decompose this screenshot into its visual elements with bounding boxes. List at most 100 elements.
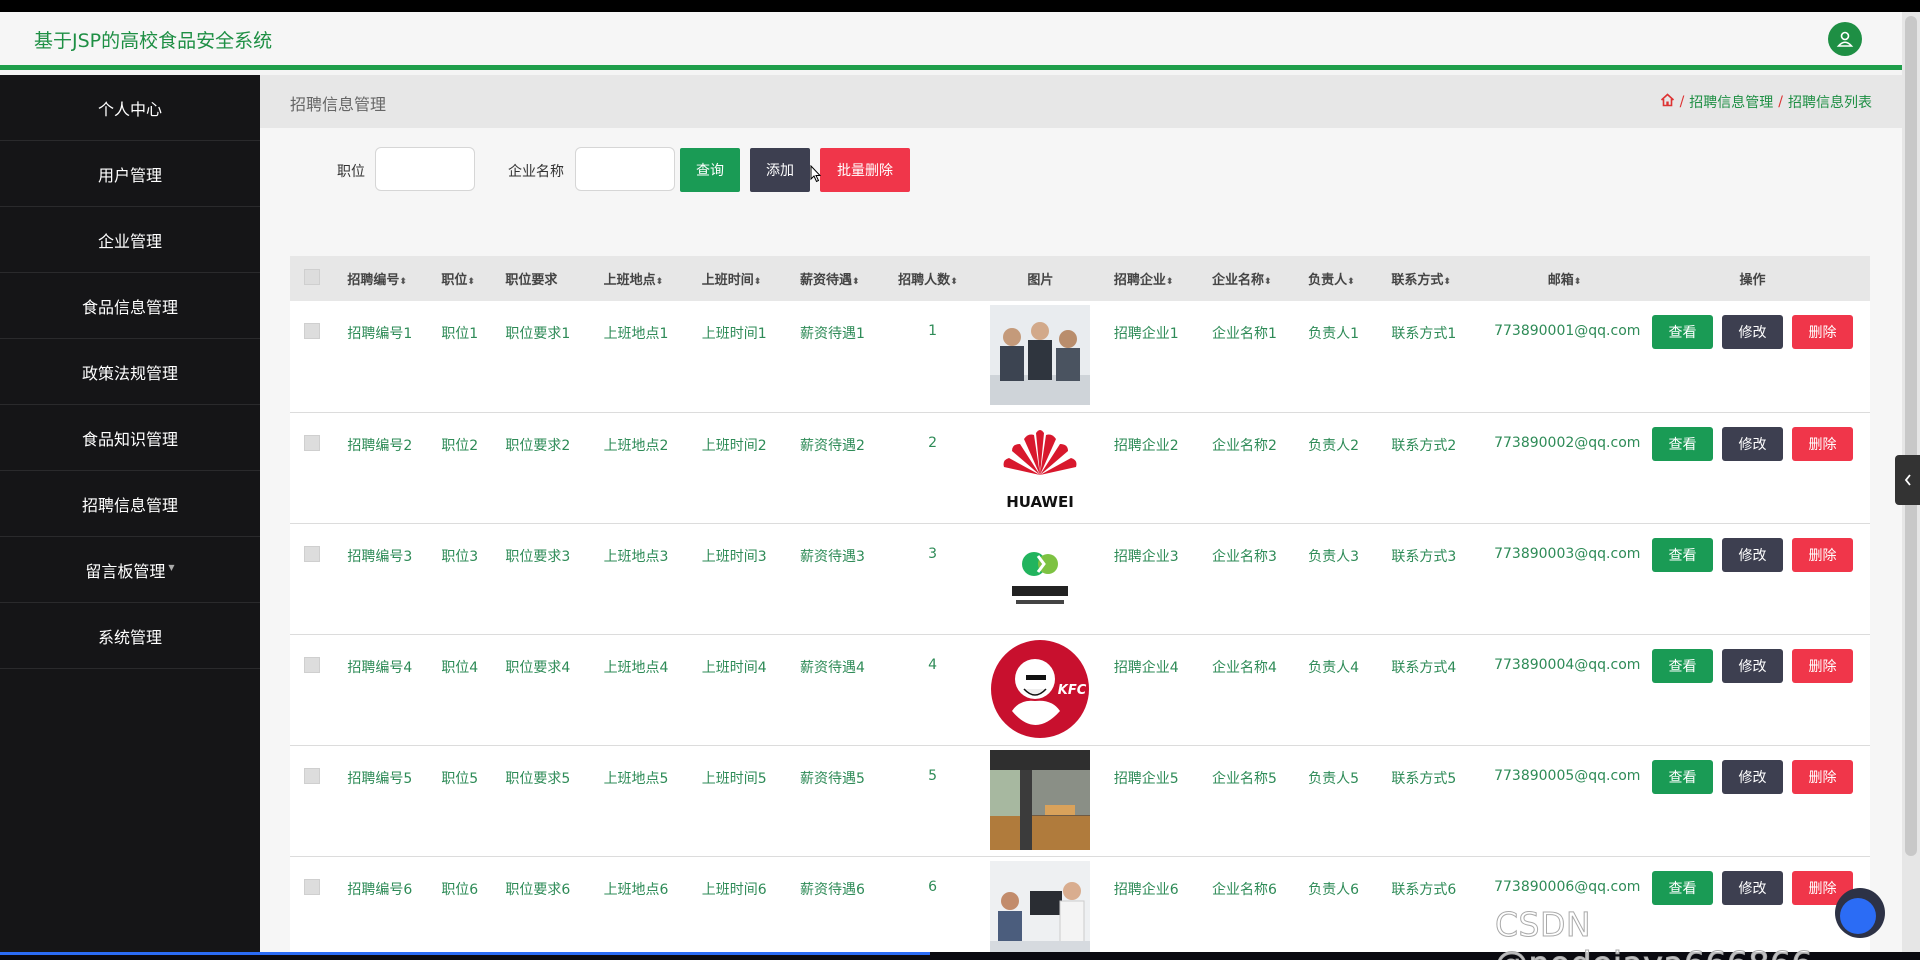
sidebar-item-label: 食品信息管理 xyxy=(81,297,178,317)
scrollbar-thumb[interactable] xyxy=(1905,16,1917,856)
cell-count: 6 xyxy=(928,878,938,895)
delete-button[interactable]: 删除 xyxy=(1792,648,1853,683)
sidebar-item-label: 企业管理 xyxy=(97,231,162,251)
edit-button[interactable]: 修改 xyxy=(1722,426,1783,461)
col-header: 图片 xyxy=(1027,273,1054,288)
cell-place: 上班地点3 xyxy=(603,548,669,565)
search-form: 职位 企业名称 查询 添加 批量删除 xyxy=(260,147,1902,193)
home-icon[interactable] xyxy=(1660,93,1675,111)
cell-place: 上班地点1 xyxy=(603,326,669,342)
cell-position: 职位2 xyxy=(441,437,479,454)
cell-count: 1 xyxy=(928,323,938,339)
cell-email: 773890005@qq.com xyxy=(1494,767,1641,784)
cell-count: 3 xyxy=(928,545,938,562)
cell-email: 773890003@qq.com xyxy=(1494,545,1641,562)
add-button[interactable]: 添加 xyxy=(750,148,810,192)
col-header[interactable]: 薪资待遇⬍ xyxy=(796,256,894,301)
row-checkbox[interactable] xyxy=(290,412,343,523)
cell-owner: 负责人1 xyxy=(1308,326,1360,342)
row-checkbox[interactable] xyxy=(290,745,343,856)
delete-button[interactable]: 删除 xyxy=(1792,315,1853,349)
cell-position: 职位6 xyxy=(441,881,479,898)
sidebar-item-label: 招聘信息管理 xyxy=(81,495,178,515)
col-header[interactable]: 企业名称⬍ xyxy=(1208,256,1304,301)
sidebar-item-food-info[interactable]: 食品信息管理 xyxy=(0,273,260,339)
row-checkbox[interactable] xyxy=(290,856,343,952)
cell-req: 职位要求3 xyxy=(505,548,571,565)
col-header[interactable]: 招聘人数⬍ xyxy=(894,256,971,301)
table-row: 招聘编号5 职位5 职位要求5 上班地点5 上班时间5 薪资待遇5 5 招聘企业5 企业名称5 负… xyxy=(290,745,1870,856)
row-checkbox[interactable] xyxy=(290,634,343,745)
cell-corp: 招聘企业3 xyxy=(1113,548,1179,565)
col-header[interactable]: 负责人⬍ xyxy=(1304,256,1387,301)
cell-contact: 联系方式2 xyxy=(1391,437,1457,454)
cell-position: 职位4 xyxy=(441,659,479,676)
cell-salary: 薪资待遇6 xyxy=(799,881,865,898)
edit-button[interactable]: 修改 xyxy=(1722,648,1783,683)
breadcrumb-current: 招聘信息列表 xyxy=(1788,95,1872,111)
sidebar-item-personal-center[interactable]: 个人中心 xyxy=(0,75,260,141)
sidebar-item-system[interactable]: 系统管理 xyxy=(0,603,260,669)
recruitment-table: 招聘编号⬍ 职位⬍ 职位要求 上班地点⬍ 上班时间⬍ 薪资待遇⬍ 招聘人数⬍ 图… xyxy=(290,256,1870,952)
batch-delete-button[interactable]: 批量删除 xyxy=(820,148,910,192)
sidebar-item-food-knowledge[interactable]: 食品知识管理 xyxy=(0,405,260,471)
cell-email: 773890004@qq.com xyxy=(1494,656,1641,673)
edit-button[interactable]: 修改 xyxy=(1722,759,1783,794)
col-header[interactable]: 邮箱⬍ xyxy=(1494,256,1635,301)
cell-actions: 查看 修改 删除 xyxy=(1635,745,1870,856)
row-checkbox[interactable] xyxy=(290,301,343,412)
cell-time: 上班时间6 xyxy=(701,881,767,898)
cell-time: 上班时间5 xyxy=(701,770,767,787)
cell-place: 上班地点4 xyxy=(603,659,669,676)
sidebar-item-user-management[interactable]: 用户管理 xyxy=(0,141,260,207)
col-header[interactable]: 上班地点⬍ xyxy=(600,256,698,301)
cell-actions: 查看 修改 删除 xyxy=(1635,412,1870,523)
col-header[interactable]: 上班时间⬍ xyxy=(698,256,796,301)
row-checkbox[interactable] xyxy=(290,523,343,634)
cell-contact: 联系方式4 xyxy=(1391,659,1457,676)
cell-actions: 查看 修改 删除 xyxy=(1635,523,1870,634)
sidebar-item-message-board[interactable]: 留言板管理 ▼ xyxy=(0,537,260,603)
delete-button[interactable]: 删除 xyxy=(1792,537,1853,572)
user-avatar-icon[interactable] xyxy=(1828,22,1862,56)
edit-button[interactable]: 修改 xyxy=(1722,870,1783,905)
breadcrumb-separator: / xyxy=(1778,94,1783,110)
col-header[interactable]: 招聘编号⬍ xyxy=(343,256,437,301)
table-header-row: 招聘编号⬍ 职位⬍ 职位要求 上班地点⬍ 上班时间⬍ 薪资待遇⬍ 招聘人数⬍ 图… xyxy=(290,256,1870,301)
col-header[interactable]: 职位⬍ xyxy=(437,256,501,301)
view-button[interactable]: 查看 xyxy=(1652,426,1713,461)
view-button[interactable]: 查看 xyxy=(1652,648,1713,683)
col-header[interactable]: 招聘企业⬍ xyxy=(1110,256,1208,301)
view-button[interactable]: 查看 xyxy=(1652,315,1713,349)
sidebar-item-policy[interactable]: 政策法规管理 xyxy=(0,339,260,405)
cell-time: 上班时间4 xyxy=(701,659,767,676)
sidebar-item-recruitment[interactable]: 招聘信息管理 xyxy=(0,471,260,537)
collapse-panel-button[interactable] xyxy=(1895,455,1920,505)
table-row: 招聘编号4 职位4 职位要求4 上班地点4 上班时间4 薪资待遇4 4 招聘企业4 企业名称4 负… xyxy=(290,634,1870,745)
cell-salary: 薪资待遇1 xyxy=(799,326,865,342)
edit-button[interactable]: 修改 xyxy=(1722,315,1783,349)
table-row: 招聘编号2 职位2 职位要求2 上班地点2 上班时间2 薪资待遇2 2 招聘企业2 企业名称2 负… xyxy=(290,412,1870,523)
cell-place: 上班地点2 xyxy=(603,437,669,454)
cell-contact: 联系方式6 xyxy=(1391,881,1457,898)
sidebar-item-enterprise-management[interactable]: 企业管理 xyxy=(0,207,260,273)
cell-count: 2 xyxy=(928,434,938,451)
breadcrumb-link-recruitment[interactable]: 招聘信息管理 xyxy=(1689,92,1773,112)
view-button[interactable]: 查看 xyxy=(1652,870,1713,905)
cell-owner: 负责人5 xyxy=(1308,770,1360,787)
cell-image xyxy=(971,634,1110,745)
delete-button[interactable]: 删除 xyxy=(1792,759,1853,794)
view-button[interactable]: 查看 xyxy=(1652,537,1713,572)
query-button[interactable]: 查询 xyxy=(680,148,740,192)
cell-salary: 薪资待遇5 xyxy=(799,770,865,787)
cell-contact: 联系方式5 xyxy=(1391,770,1457,787)
table-row: 招聘编号3 职位3 职位要求3 上班地点3 上班时间3 薪资待遇3 3 招聘企业3 企业名称3 负… xyxy=(290,523,1870,634)
select-all-checkbox[interactable] xyxy=(290,256,343,301)
edit-button[interactable]: 修改 xyxy=(1722,537,1783,572)
delete-button[interactable]: 删除 xyxy=(1792,426,1853,461)
company-input[interactable] xyxy=(575,147,675,191)
position-input[interactable] xyxy=(375,147,475,191)
col-header[interactable]: 联系方式⬍ xyxy=(1387,256,1494,301)
cell-company: 企业名称1 xyxy=(1212,326,1277,342)
view-button[interactable]: 查看 xyxy=(1652,759,1713,794)
